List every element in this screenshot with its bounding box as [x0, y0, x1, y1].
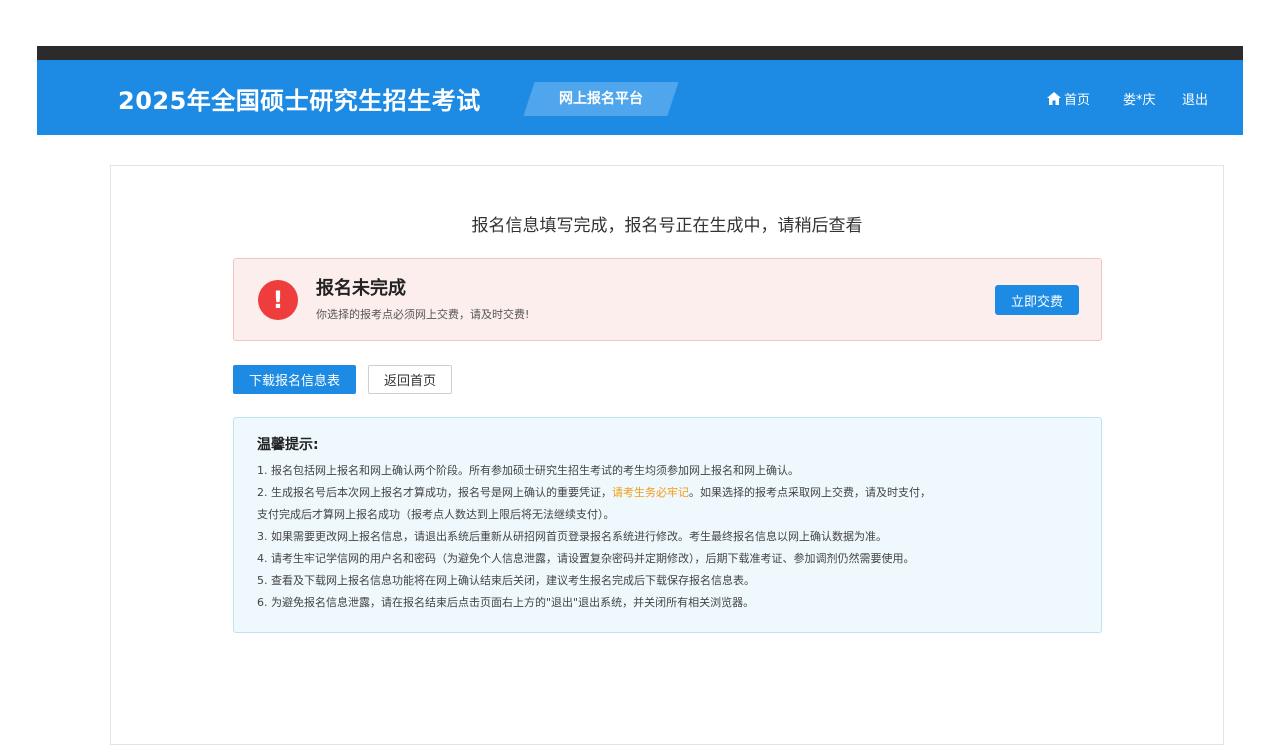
tips-box: 温馨提示: 1. 报名包括网上报名和网上确认两个阶段。所有参加硕士研究生招生考试…	[233, 417, 1102, 633]
tip-text: 。如果选择的报考点采取网上交费，请及时支付，	[689, 486, 931, 499]
tip-text: 2. 生成报名号后本次网上报名才算成功，报名号是网上确认的重要凭证，	[257, 486, 612, 499]
tip-item: 4. 请考生牢记学信网的用户名和密码（为避免个人信息泄露，请设置复杂密码并定期修…	[257, 552, 915, 565]
nav-home[interactable]: 首页	[1047, 89, 1090, 108]
main-panel: 报名信息填写完成，报名号正在生成中，请稍后查看 ! 报名未完成 你选择的报考点必…	[110, 165, 1224, 745]
tip-item: 支付完成后才算网上报名成功（报考点人数达到上限后将无法继续支付）。	[257, 508, 615, 521]
nav-home-label: 首页	[1064, 93, 1091, 108]
status-heading: 报名信息填写完成，报名号正在生成中，请稍后查看	[471, 216, 863, 236]
alert-subtitle: 你选择的报考点必须网上交费，请及时交费!	[316, 308, 530, 321]
download-form-button[interactable]: 下载报名信息表	[233, 365, 356, 394]
platform-badge: 网上报名平台	[523, 82, 679, 116]
tip-item: 5. 查看及下载网上报名信息功能将在网上确认结束后关闭，建议考生报名完成后下载保…	[257, 574, 755, 587]
tip-item: 3. 如果需要更改网上报名信息，请退出系统后重新从研招网首页登录报名系统进行修改…	[257, 530, 887, 543]
site-header: 2025年全国硕士研究生招生考试 网上报名平台 首页 娄*庆 退出	[37, 60, 1243, 135]
tip-item: 2. 生成报名号后本次网上报名才算成功，报名号是网上确认的重要凭证，请考生务必牢…	[257, 482, 1101, 504]
alert-title: 报名未完成	[316, 278, 406, 299]
home-icon	[1047, 92, 1061, 105]
pay-now-button[interactable]: 立即交费	[995, 285, 1079, 315]
back-home-button[interactable]: 返回首页	[368, 365, 452, 394]
browser-top-bar	[37, 46, 1243, 60]
nav-user[interactable]: 娄*庆	[1123, 89, 1156, 108]
tips-title: 温馨提示:	[257, 437, 319, 453]
tip-item: 1. 报名包括网上报名和网上确认两个阶段。所有参加硕士研究生招生考试的考生均须参…	[257, 464, 799, 477]
nav-logout[interactable]: 退出	[1182, 89, 1208, 108]
payment-alert: ! 报名未完成 你选择的报考点必须网上交费，请及时交费! 立即交费	[233, 258, 1102, 341]
tip-highlight: 请考生务必牢记	[612, 486, 689, 499]
tip-item: 6. 为避免报名信息泄露，请在报名结束后点击页面右上方的"退出"退出系统，并关闭…	[257, 596, 755, 609]
site-title: 2025年全国硕士研究生招生考试	[118, 87, 481, 115]
exclamation-icon: !	[258, 280, 298, 320]
platform-label: 网上报名平台	[559, 91, 643, 107]
